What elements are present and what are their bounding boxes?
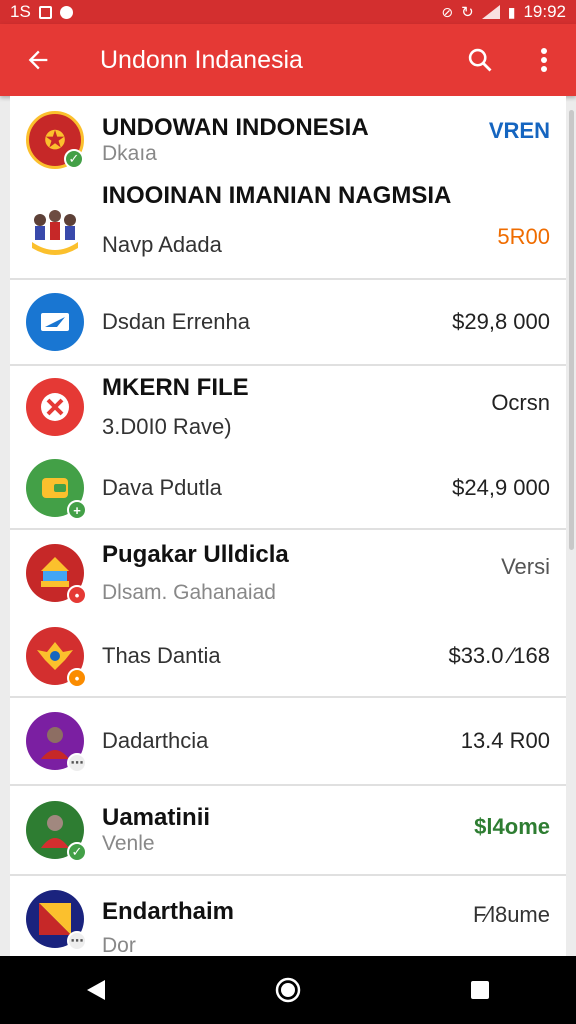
square-recent-icon [471, 981, 489, 999]
garuda-avatar: • [26, 627, 87, 688]
item-title: Thas Dantia [102, 643, 221, 668]
nav-home-button[interactable] [248, 960, 328, 1020]
item-right: $29,8 000 [452, 309, 550, 334]
notification-icon [38, 5, 52, 19]
app-notification-icon [59, 5, 73, 19]
check-badge-icon: ✓ [64, 149, 84, 169]
sync-icon: ↻ [461, 4, 474, 21]
item-right: Versi [501, 554, 550, 579]
list-item[interactable]: Dsdan Errenha $29,8 000 [10, 280, 566, 364]
list-item[interactable]: • Thas Dantia $33.0 ⁄168 [10, 616, 566, 696]
person-avatar: ⋯ [26, 712, 87, 773]
item-right: Ocrsn [491, 390, 550, 415]
item-subtitle: 3.D0I0 Rave) [102, 414, 232, 439]
app-bar: Undonn Indanesia [0, 24, 576, 96]
item-title: Dadarthcia [102, 728, 209, 753]
search-icon [468, 48, 492, 72]
status-left: 1S [10, 2, 73, 22]
plane-avatar [26, 293, 84, 351]
item-title: Dava Pdutla [102, 475, 222, 500]
status-right: ⊘ ↻ ▮ 19:92 [441, 2, 566, 22]
item-subtitle: Navp Adada [102, 232, 222, 257]
nav-recent-button[interactable] [440, 960, 520, 1020]
arrow-left-icon [28, 50, 48, 70]
item-right: $24,9 000 [452, 475, 550, 500]
options-badge-icon: ⋯ [67, 753, 87, 773]
list-item[interactable]: ⋯ Endarthaim Dor F⁄l8ume [10, 876, 566, 956]
garuda-icon [37, 642, 73, 670]
triangle-back-icon [87, 980, 105, 1000]
wallet-avatar: + [26, 459, 87, 520]
list-item[interactable]: MKERN FILE 3.D0I0 Rave) Ocrsn [10, 366, 566, 448]
status-badge-icon: • [67, 668, 87, 688]
status-left-text: 1S [10, 2, 31, 21]
cancel-avatar [26, 378, 84, 436]
page-title: Undonn Indanesia [100, 45, 303, 74]
list-item[interactable]: INOOINAN IMANIAN NAGMSIA Navp Adada 5R00 [10, 182, 566, 278]
item-subtitle: Dkaıa [102, 142, 157, 165]
search-button[interactable] [448, 24, 512, 96]
back-button[interactable] [0, 24, 76, 96]
item-title: Dsdan Errenha [102, 309, 250, 334]
wallet-icon [42, 478, 68, 498]
flag-avatar: ⋯ [26, 890, 87, 951]
list-item[interactable]: + Dava Pdutla $24,9 000 [10, 448, 566, 528]
item-right: F⁄l8ume [472, 902, 550, 927]
item-title: INOOINAN IMANIAN NAGMSIA [102, 182, 452, 209]
list-item[interactable]: ⋯ Dadarthcia 13.4 R00 [10, 698, 566, 784]
list-item[interactable]: ✓ Uamatinii Venle $l4ome [10, 786, 566, 874]
figures-icon [32, 210, 78, 255]
plane-icon [41, 313, 69, 331]
close-icon [41, 393, 69, 421]
battery-icon: ▮ [507, 3, 516, 20]
item-title: MKERN FILE [102, 374, 249, 401]
transaction-list[interactable]: ✪ ✓ UNDOWAN INDONESIA Dkaıa VREN INOOINA… [10, 96, 566, 956]
item-title: Pugakar Ulldicla [102, 541, 289, 568]
item-right: $33.0 ⁄168 [448, 643, 550, 668]
item-title: UNDOWAN INDONESIA [102, 114, 369, 141]
list-item[interactable]: • Pugakar Ulldicla Dlsam. Gahanaiad Vers… [10, 530, 566, 616]
check-badge-icon: ✓ [67, 842, 87, 862]
list-item[interactable]: ✪ ✓ UNDOWAN INDONESIA Dkaıa VREN [10, 96, 566, 184]
signal-icon [481, 5, 500, 19]
options-badge-icon: ⋯ [67, 931, 87, 951]
circle-home-icon [275, 977, 301, 1003]
plus-badge-icon: + [67, 500, 87, 520]
more-vert-icon [541, 48, 547, 72]
nfc-icon: ⊘ [441, 3, 454, 20]
scrollbar[interactable] [569, 110, 574, 550]
person-avatar: ✓ [26, 801, 87, 862]
item-subtitle: Dor [102, 934, 136, 956]
nav-back-button[interactable] [56, 960, 136, 1020]
item-right: 5R00 [497, 224, 550, 249]
item-right: 13.4 R00 [460, 728, 550, 753]
status-time: 19:92 [523, 2, 566, 21]
status-bar: 1S ⊘ ↻ ▮ 19:92 [0, 0, 576, 24]
emblem-avatar: ✪ ✓ [26, 111, 84, 169]
item-right: $l4ome [474, 814, 550, 839]
more-options-button[interactable] [512, 24, 576, 96]
system-nav-bar [0, 956, 576, 1024]
item-subtitle: Dlsam. Gahanaiad [102, 581, 276, 604]
status-badge-icon: • [67, 585, 87, 605]
item-right: VREN [488, 118, 550, 143]
temple-avatar: • [26, 544, 87, 605]
figures-avatar [26, 202, 84, 260]
emblem-icon: ✪ [44, 124, 66, 155]
